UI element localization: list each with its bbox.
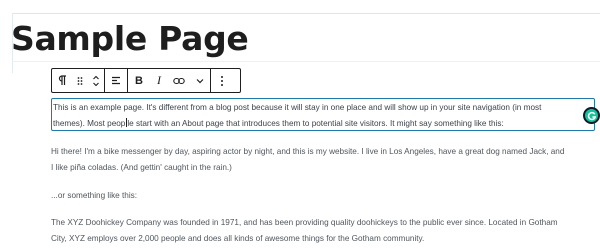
chevron-down-icon[interactable] (190, 69, 210, 92)
page-title[interactable]: Sample Page (11, 17, 249, 61)
paragraph-line: The XYZ Doohickey Company was founded in… (51, 218, 558, 227)
paragraph-line: Hi there! I'm a bike messenger by day, a… (51, 147, 565, 156)
selected-paragraph-block[interactable]: This is an example page. It's different … (51, 98, 595, 131)
move-up-down-icon[interactable] (88, 69, 104, 92)
block-switcher-group (52, 69, 104, 92)
pilcrow-icon[interactable] (52, 69, 72, 92)
alignment-group (105, 69, 127, 92)
paragraph-line: I like piña coladas. (And gettin' caught… (51, 163, 232, 172)
grammarly-icon[interactable] (583, 107, 600, 124)
paragraph-line: City, XYZ employs over 2,000 people and … (51, 234, 425, 243)
paragraph-block[interactable]: The XYZ Doohickey Company was founded in… (51, 215, 591, 247)
link-icon[interactable] (168, 69, 190, 92)
formatting-group: B I (128, 69, 210, 92)
align-left-icon[interactable] (105, 69, 127, 92)
options-group (211, 69, 233, 92)
block-toolbar: B I (51, 68, 241, 93)
bold-button[interactable]: B (128, 69, 150, 92)
paragraph-line: This is an example page. It's different … (53, 103, 542, 112)
more-vertical-icon[interactable] (211, 69, 233, 92)
paragraph-block[interactable]: Hi there! I'm a bike messenger by day, a… (51, 144, 591, 176)
paragraph-line: themes). Most peop le start with an About… (53, 116, 592, 132)
title-divider (12, 61, 600, 62)
text-segment: le start with an About page that introdu… (127, 119, 504, 128)
italic-button[interactable]: I (150, 69, 168, 92)
paragraph-line: ...or something like this: (51, 191, 138, 200)
drag-handle-icon[interactable] (72, 69, 88, 92)
text-segment: themes). Most peop (53, 119, 126, 128)
editor-top-border (12, 13, 600, 14)
paragraph-block[interactable]: ...or something like this: (51, 188, 591, 204)
